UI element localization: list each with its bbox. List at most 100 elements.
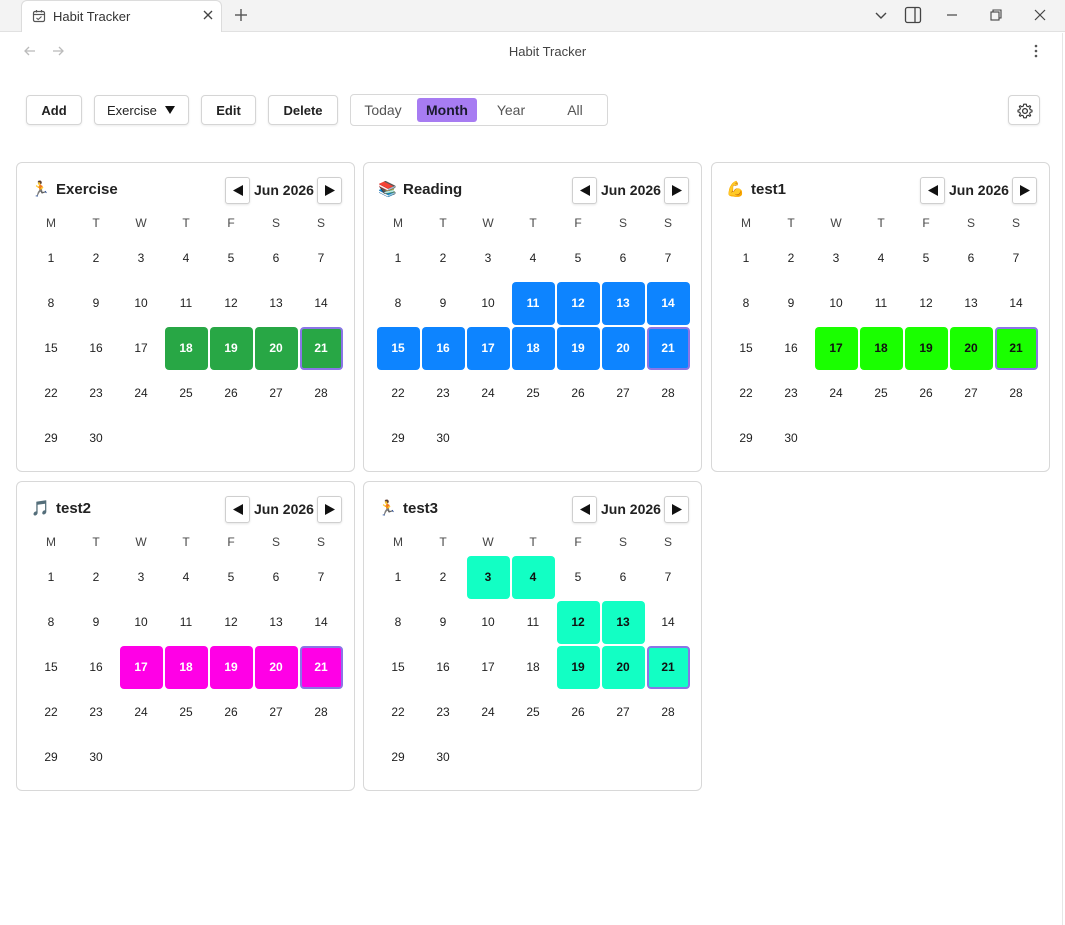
day-cell[interactable]: 9: [422, 601, 465, 644]
day-cell[interactable]: 20: [254, 326, 298, 370]
day-cell[interactable]: 17: [466, 326, 510, 370]
day-cell[interactable]: 17: [814, 326, 858, 370]
day-cell[interactable]: 19: [556, 645, 600, 689]
view-month[interactable]: Month: [417, 98, 477, 122]
day-cell[interactable]: 1: [30, 237, 73, 280]
day-cell[interactable]: 6: [255, 556, 298, 599]
day-cell[interactable]: 26: [557, 691, 600, 734]
day-cell[interactable]: 4: [511, 555, 555, 599]
next-month-button[interactable]: [664, 496, 689, 523]
day-cell[interactable]: 3: [467, 237, 510, 280]
day-cell[interactable]: 19: [209, 326, 253, 370]
day-cell[interactable]: 26: [557, 372, 600, 415]
day-cell[interactable]: 17: [467, 646, 510, 689]
day-cell[interactable]: 14: [300, 601, 343, 644]
day-cell[interactable]: 13: [601, 600, 645, 644]
day-cell[interactable]: 21: [994, 326, 1038, 370]
day-cell[interactable]: 14: [646, 281, 690, 325]
day-cell[interactable]: 15: [377, 646, 420, 689]
day-cell[interactable]: 1: [725, 237, 768, 280]
settings-button[interactable]: [1008, 95, 1040, 125]
day-cell[interactable]: 21: [299, 326, 343, 370]
day-cell[interactable]: 28: [995, 372, 1038, 415]
day-cell[interactable]: 13: [950, 282, 993, 325]
day-cell[interactable]: 25: [165, 372, 208, 415]
day-cell[interactable]: 25: [512, 372, 555, 415]
day-cell[interactable]: 28: [300, 372, 343, 415]
day-cell[interactable]: 22: [30, 372, 73, 415]
day-cell[interactable]: 28: [300, 691, 343, 734]
day-cell[interactable]: 9: [75, 601, 118, 644]
tab-habit-tracker[interactable]: Habit Tracker: [21, 0, 222, 32]
day-cell[interactable]: 21: [646, 645, 690, 689]
day-cell[interactable]: 27: [255, 372, 298, 415]
day-cell[interactable]: 16: [75, 327, 118, 370]
day-cell[interactable]: 2: [770, 237, 813, 280]
day-cell[interactable]: 16: [770, 327, 813, 370]
day-cell[interactable]: 8: [725, 282, 768, 325]
day-cell[interactable]: 18: [859, 326, 903, 370]
day-cell[interactable]: 15: [376, 326, 420, 370]
day-cell[interactable]: 12: [210, 282, 253, 325]
day-cell[interactable]: 7: [647, 556, 690, 599]
prev-month-button[interactable]: [572, 177, 597, 204]
day-cell[interactable]: 25: [860, 372, 903, 415]
day-cell[interactable]: 26: [210, 372, 253, 415]
day-cell[interactable]: 8: [30, 282, 73, 325]
day-cell[interactable]: 29: [30, 736, 73, 779]
next-month-button[interactable]: [1012, 177, 1037, 204]
day-cell[interactable]: 9: [422, 282, 465, 325]
day-cell[interactable]: 13: [601, 281, 645, 325]
day-cell[interactable]: 2: [75, 237, 118, 280]
add-button[interactable]: Add: [26, 95, 82, 125]
day-cell[interactable]: 2: [422, 556, 465, 599]
day-cell[interactable]: 28: [647, 691, 690, 734]
day-cell[interactable]: 10: [120, 282, 163, 325]
prev-month-button[interactable]: [225, 177, 250, 204]
plus-icon[interactable]: [232, 6, 250, 24]
day-cell[interactable]: 23: [422, 691, 465, 734]
day-cell[interactable]: 17: [119, 645, 163, 689]
day-cell[interactable]: 13: [255, 282, 298, 325]
day-cell[interactable]: 26: [905, 372, 948, 415]
day-cell[interactable]: 16: [75, 646, 118, 689]
more-options-icon[interactable]: [1028, 43, 1044, 59]
day-cell[interactable]: 6: [950, 237, 993, 280]
day-cell[interactable]: 25: [165, 691, 208, 734]
day-cell[interactable]: 4: [165, 237, 208, 280]
day-cell[interactable]: 12: [556, 600, 600, 644]
next-month-button[interactable]: [664, 177, 689, 204]
day-cell[interactable]: 5: [210, 237, 253, 280]
sidebar-toggle-icon[interactable]: [903, 5, 923, 25]
day-cell[interactable]: 29: [377, 736, 420, 779]
day-cell[interactable]: 12: [905, 282, 948, 325]
day-cell[interactable]: 22: [377, 691, 420, 734]
day-cell[interactable]: 11: [165, 601, 208, 644]
prev-month-button[interactable]: [225, 496, 250, 523]
day-cell[interactable]: 30: [75, 736, 118, 779]
day-cell[interactable]: 1: [377, 237, 420, 280]
day-cell[interactable]: 14: [300, 282, 343, 325]
day-cell[interactable]: 18: [164, 645, 208, 689]
day-cell[interactable]: 27: [255, 691, 298, 734]
delete-button[interactable]: Delete: [268, 95, 338, 125]
day-cell[interactable]: 2: [75, 556, 118, 599]
day-cell[interactable]: 4: [860, 237, 903, 280]
day-cell[interactable]: 16: [421, 326, 465, 370]
day-cell[interactable]: 20: [949, 326, 993, 370]
day-cell[interactable]: 28: [647, 372, 690, 415]
day-cell[interactable]: 5: [557, 237, 600, 280]
day-cell[interactable]: 7: [300, 556, 343, 599]
view-year[interactable]: Year: [485, 98, 537, 122]
chevron-down-icon[interactable]: [871, 5, 891, 25]
day-cell[interactable]: 6: [255, 237, 298, 280]
day-cell[interactable]: 9: [770, 282, 813, 325]
day-cell[interactable]: 11: [511, 281, 555, 325]
day-cell[interactable]: 11: [512, 601, 555, 644]
day-cell[interactable]: 16: [422, 646, 465, 689]
day-cell[interactable]: 10: [815, 282, 858, 325]
day-cell[interactable]: 24: [467, 691, 510, 734]
minimize-icon[interactable]: [942, 5, 962, 25]
day-cell[interactable]: 5: [557, 556, 600, 599]
day-cell[interactable]: 24: [120, 691, 163, 734]
